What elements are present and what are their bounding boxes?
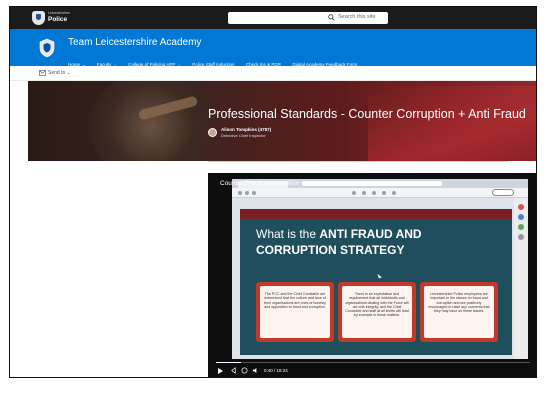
screen-recording: What is the ANTI FRAUD AND CORRUPTION ST… (232, 179, 528, 359)
search-placeholder: Search this site (338, 14, 376, 20)
slide-point-box: The PCC and the Chief Constable are dete… (256, 282, 334, 342)
slide-title-bold: ANTI FRAUD AND (319, 227, 422, 241)
command-bar: Send to ⌄ (10, 66, 536, 81)
toolbar-icon (352, 191, 356, 195)
author-name[interactable]: Alison Tompkins (4787) (221, 127, 271, 132)
site-title[interactable]: Team Leicestershire Academy (68, 37, 201, 48)
slide-point-text: The PCC and the Chief Constable are dete… (260, 286, 330, 338)
video-controls: 0:40 / 18:24 (208, 359, 536, 377)
browser-frame: Leicestershire Police Search this site T… (9, 6, 537, 378)
back-icon (238, 191, 242, 195)
police-crest-icon (32, 11, 45, 25)
progress-fill (216, 362, 242, 363)
slide-header-band (240, 209, 512, 219)
page-bottom-margin (0, 378, 547, 409)
volume-icon[interactable] (252, 367, 259, 374)
author-role: Detective Chief Inspector (221, 133, 266, 138)
hero-banner: Professional Standards - Counter Corrupt… (28, 81, 536, 161)
panel-icon (518, 234, 524, 240)
suite-bar: Leicestershire Police Search this site (10, 7, 536, 29)
org-name: Police (48, 16, 68, 23)
page-title: Professional Standards - Counter Corrupt… (208, 107, 526, 121)
forward-icon (245, 191, 249, 195)
org-logo[interactable]: Leicestershire Police (32, 10, 80, 26)
site-header: Team Leicestershire Academy Home ⌄ Facult… (10, 29, 536, 67)
org-subtitle: Leicestershire (48, 11, 70, 15)
slide-point-text: There is an expectation and requirement … (342, 286, 412, 338)
video-player[interactable]: What is the ANTI FRAUD AND CORRUPTION ST… (208, 173, 536, 377)
panel-icon (518, 224, 524, 230)
slide-point-box: There is an expectation and requirement … (338, 282, 416, 342)
hero-background-overlay (368, 86, 536, 161)
recorded-address-bar (302, 181, 442, 186)
toolbar-icon (392, 191, 396, 195)
panel-icon (518, 204, 524, 210)
toolbar-icon (362, 191, 366, 195)
slide-point-box: Leicestershire Police employees are impo… (420, 282, 498, 342)
recorded-browser-toolbar (232, 188, 528, 198)
send-to-button[interactable]: Send to ⌄ (48, 70, 71, 76)
toolbar-icon (372, 191, 376, 195)
video-title: Counter Fraud presentation (220, 180, 300, 187)
site-logo-crest-icon[interactable] (38, 38, 56, 58)
hero-background-image (88, 81, 228, 161)
section-divider (208, 161, 508, 162)
send-to-label: Send to (48, 70, 66, 76)
presentation-slide: What is the ANTI FRAUD AND CORRUPTION ST… (240, 209, 512, 355)
toolbar-icon (382, 191, 386, 195)
mouse-cursor-icon (377, 272, 382, 279)
recorded-side-panel (514, 198, 528, 359)
slide-title-line2: CORRUPTION STRATEGY (256, 243, 405, 257)
slide-point-text: Leicestershire Police employees are impo… (424, 286, 494, 338)
panel-icon (518, 214, 524, 220)
recorded-close-pill (492, 189, 514, 196)
search-icon (328, 14, 335, 21)
refresh-icon (252, 191, 256, 195)
time-display: 0:40 / 18:24 (264, 368, 288, 373)
slide-title-line1: What is the ANTI FRAUD AND (256, 227, 422, 241)
skip-back-icon[interactable] (230, 367, 237, 374)
play-icon[interactable] (218, 368, 223, 374)
slide-title-prefix: What is the (256, 227, 320, 241)
send-icon (39, 70, 46, 76)
speed-icon[interactable] (241, 367, 248, 374)
avatar[interactable] (208, 128, 217, 137)
search-input[interactable]: Search this site (228, 12, 388, 24)
top-navigation: Home ⌄ Faculty ⌄ College of Policing APP ⌄ … (68, 53, 364, 67)
progress-bar[interactable] (216, 362, 530, 363)
